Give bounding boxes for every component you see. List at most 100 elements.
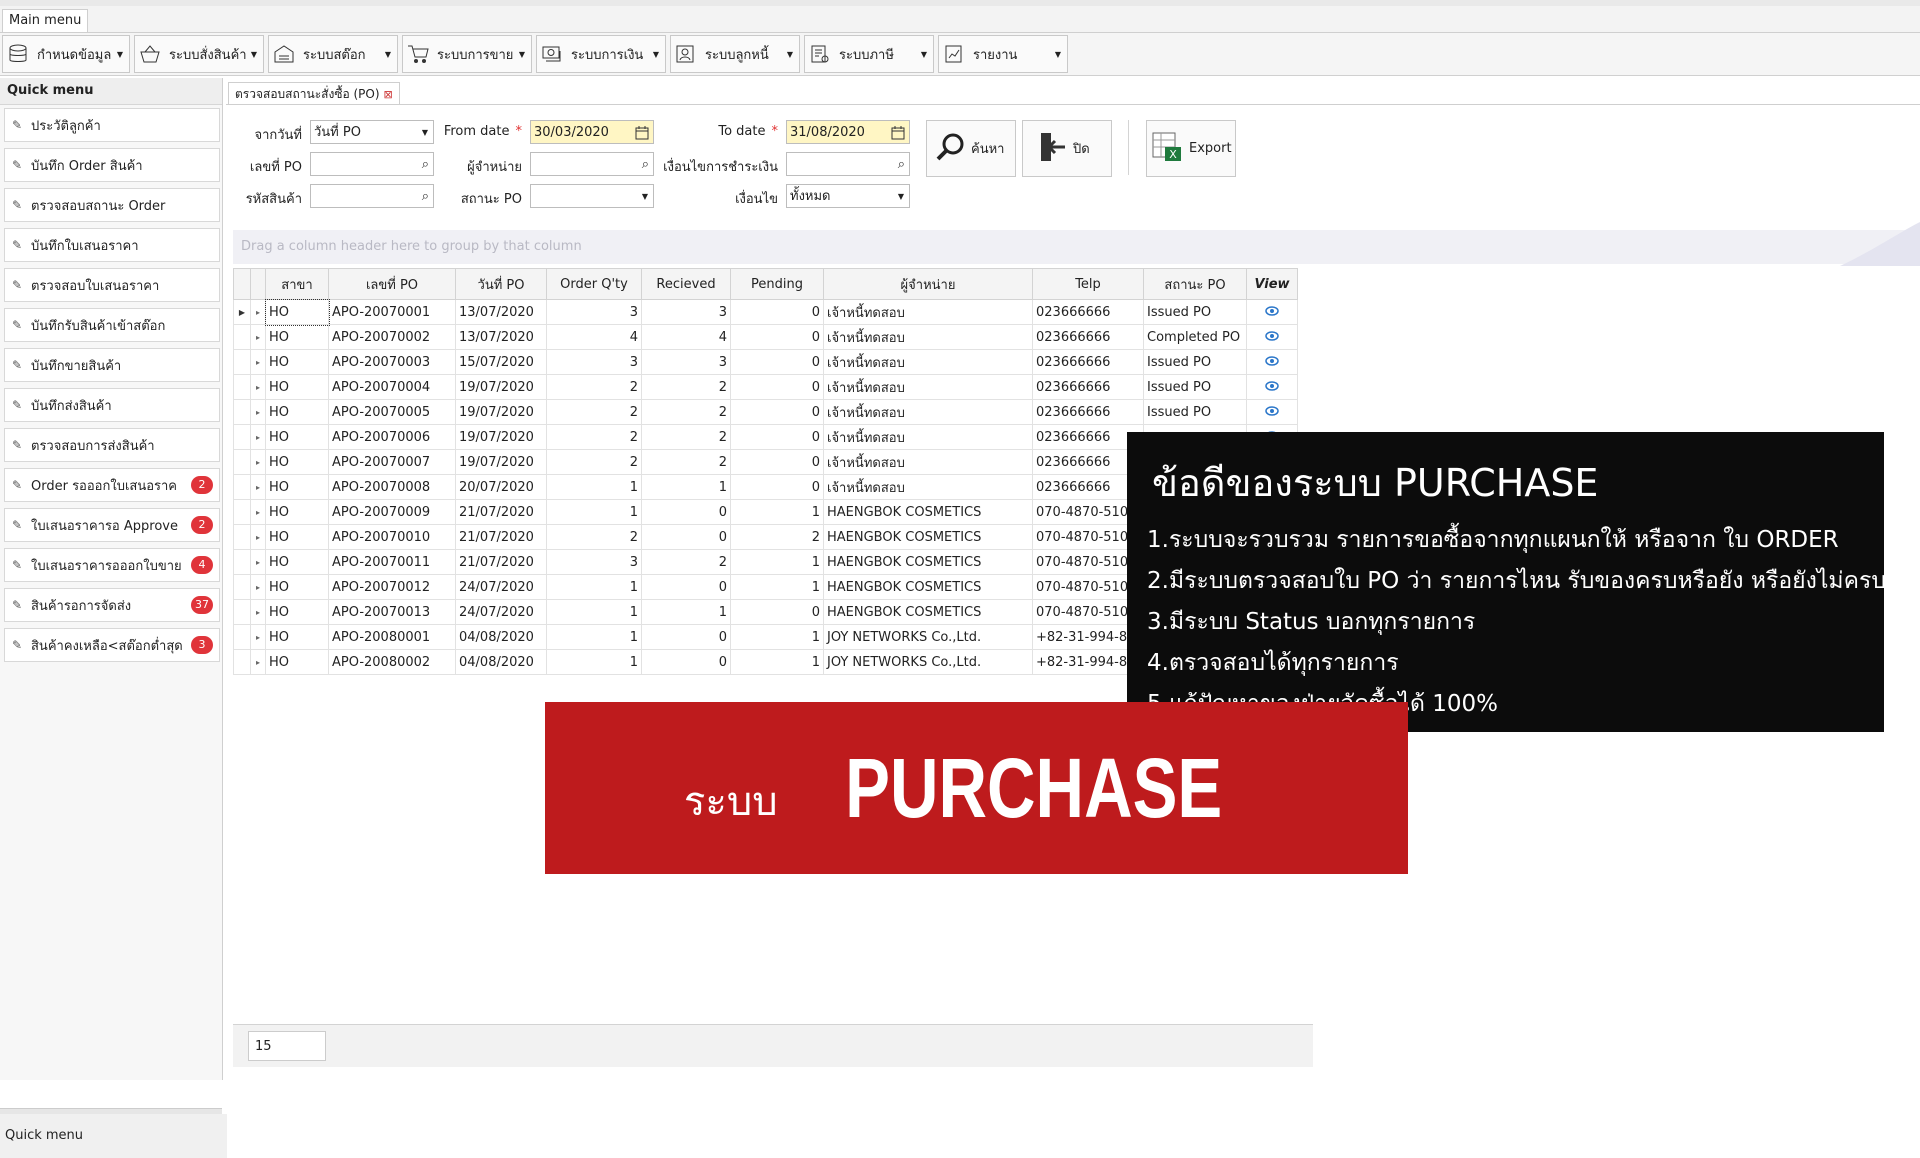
cell-received[interactable]: 1	[641, 599, 731, 625]
cell-pending[interactable]: 1	[730, 499, 824, 525]
cell-branch[interactable]: HO	[265, 624, 329, 650]
cell-telp[interactable]: 023666666	[1032, 349, 1144, 375]
cell-po-no[interactable]: APO-20070006	[328, 424, 456, 450]
cell-po-no[interactable]: APO-20070005	[328, 399, 456, 425]
expand-row-icon[interactable]: ▸	[250, 424, 266, 450]
expand-row-icon[interactable]: ▸	[250, 524, 266, 550]
cell-order-qty[interactable]: 1	[546, 574, 642, 600]
cell-received[interactable]: 0	[641, 649, 731, 675]
col-po-status[interactable]: สถานะ PO	[1143, 268, 1247, 300]
cell-branch[interactable]: HO	[265, 574, 329, 600]
cell-pending[interactable]: 0	[730, 399, 824, 425]
cell-received[interactable]: 0	[641, 574, 731, 600]
expand-row-icon[interactable]: ▸	[250, 374, 266, 400]
cell-order-qty[interactable]: 3	[546, 299, 642, 325]
quick-menu-item[interactable]: ✎ บันทึกส่งสินค้า	[4, 388, 220, 422]
cell-supplier[interactable]: เจ้าหนี้ทดสอบ	[823, 324, 1033, 350]
cell-received[interactable]: 0	[641, 524, 731, 550]
toolbar-debtor-button[interactable]: ระบบลูกหนี้ ▼	[670, 35, 800, 73]
cell-received[interactable]: 2	[641, 424, 731, 450]
cell-order-qty[interactable]: 4	[546, 324, 642, 350]
cell-supplier[interactable]: HAENGBOK COSMETICS	[823, 524, 1033, 550]
cell-branch[interactable]: HO	[265, 474, 329, 500]
expand-row-icon[interactable]: ▸	[250, 649, 266, 675]
cell-po-status[interactable]: Issued PO	[1143, 374, 1247, 400]
cell-order-qty[interactable]: 3	[546, 549, 642, 575]
cell-branch[interactable]: HO	[265, 424, 329, 450]
to-date-field[interactable]: 31/08/2020	[786, 120, 910, 144]
expand-row-icon[interactable]: ▸	[250, 549, 266, 575]
condition-select[interactable]: ทั้งหมด ▼	[786, 184, 910, 208]
expand-row-icon[interactable]: ▸	[250, 349, 266, 375]
cell-supplier[interactable]: HAENGBOK COSMETICS	[823, 599, 1033, 625]
cell-po-date[interactable]: 20/07/2020	[455, 474, 547, 500]
cell-branch[interactable]: HO	[265, 324, 329, 350]
cell-order-qty[interactable]: 1	[546, 624, 642, 650]
view-eye-icon[interactable]	[1246, 299, 1298, 325]
cell-po-date[interactable]: 19/07/2020	[455, 399, 547, 425]
cell-po-no[interactable]: APO-20070008	[328, 474, 456, 500]
chevron-down-icon[interactable]: ▼	[517, 50, 527, 59]
cell-po-date[interactable]: 21/07/2020	[455, 524, 547, 550]
cell-po-no[interactable]: APO-20070002	[328, 324, 456, 350]
toolbar-stock-button[interactable]: ระบบสต๊อก ▼	[268, 35, 398, 73]
cell-po-date[interactable]: 19/07/2020	[455, 424, 547, 450]
toolbar-report-button[interactable]: รายงาน ▼	[938, 35, 1068, 73]
cell-po-date[interactable]: 13/07/2020	[455, 324, 547, 350]
cell-telp[interactable]: 023666666	[1032, 374, 1144, 400]
cell-pending[interactable]: 1	[730, 574, 824, 600]
expand-row-icon[interactable]: ▸	[250, 599, 266, 625]
cell-supplier[interactable]: เจ้าหนี้ทดสอบ	[823, 399, 1033, 425]
date-type-select[interactable]: วันที่ PO ▼	[310, 120, 434, 144]
cell-received[interactable]: 2	[641, 549, 731, 575]
cell-pending[interactable]: 2	[730, 524, 824, 550]
cell-order-qty[interactable]: 1	[546, 599, 642, 625]
expand-row-icon[interactable]: ▸	[250, 324, 266, 350]
toolbar-master-data-button[interactable]: กำหนดข้อมูล ▼	[2, 35, 130, 73]
cell-po-status[interactable]: Issued PO	[1143, 399, 1247, 425]
search-button[interactable]: ค้นหา	[926, 120, 1016, 177]
cell-order-qty[interactable]: 2	[546, 449, 642, 475]
from-date-field[interactable]: 30/03/2020	[530, 120, 654, 144]
col-view[interactable]: View	[1246, 268, 1298, 300]
cell-branch[interactable]: HO	[265, 399, 329, 425]
cell-pending[interactable]: 0	[730, 324, 824, 350]
cell-po-no[interactable]: APO-20070010	[328, 524, 456, 550]
cell-telp[interactable]: 023666666	[1032, 399, 1144, 425]
quick-menu-item[interactable]: ✎ บันทึก Order สินค้า	[4, 148, 220, 182]
cell-order-qty[interactable]: 2	[546, 424, 642, 450]
cell-branch[interactable]: HO	[265, 374, 329, 400]
toolbar-finance-button[interactable]: ระบบการเงิน ▼	[536, 35, 666, 73]
cell-po-date[interactable]: 19/07/2020	[455, 449, 547, 475]
calendar-icon[interactable]	[891, 121, 905, 149]
calendar-icon[interactable]	[635, 121, 649, 149]
cell-po-no[interactable]: APO-20070007	[328, 449, 456, 475]
cell-branch[interactable]: HO	[265, 649, 329, 675]
cell-po-date[interactable]: 24/07/2020	[455, 599, 547, 625]
cell-supplier[interactable]: HAENGBOK COSMETICS	[823, 574, 1033, 600]
quick-menu-item[interactable]: ✎ ใบเสนอราคารอออกใบขาย 4	[4, 548, 220, 582]
cell-branch[interactable]: HO	[265, 349, 329, 375]
cell-po-no[interactable]: APO-20080001	[328, 624, 456, 650]
cell-po-date[interactable]: 21/07/2020	[455, 549, 547, 575]
table-row[interactable]: ▸ HO APO-20070004 19/07/2020 2 2 0 เจ้าหนี้ทดสอ…	[233, 374, 1298, 400]
cell-branch[interactable]: HO	[264, 298, 330, 326]
cell-supplier[interactable]: HAENGBOK COSMETICS	[823, 499, 1033, 525]
cell-po-status[interactable]: Issued PO	[1143, 299, 1247, 325]
po-no-input[interactable]: ⌕	[310, 152, 434, 176]
cell-po-no[interactable]: APO-20070013	[328, 599, 456, 625]
cell-branch[interactable]: HO	[265, 549, 329, 575]
cell-branch[interactable]: HO	[265, 499, 329, 525]
cell-po-date[interactable]: 19/07/2020	[455, 374, 547, 400]
cell-received[interactable]: 2	[641, 399, 731, 425]
cell-telp[interactable]: 023666666	[1032, 324, 1144, 350]
expand-row-icon[interactable]: ▸	[250, 474, 266, 500]
cell-po-no[interactable]: APO-20080002	[328, 649, 456, 675]
cell-branch[interactable]: HO	[265, 599, 329, 625]
cell-telp[interactable]: 023666666	[1032, 299, 1144, 325]
quick-menu-item[interactable]: ✎ ใบเสนอราคารอ Approve 2	[4, 508, 220, 542]
cell-po-date[interactable]: 21/07/2020	[455, 499, 547, 525]
cell-pending[interactable]: 0	[730, 349, 824, 375]
close-icon[interactable]: ⊠	[384, 88, 393, 101]
cell-pending[interactable]: 0	[730, 449, 824, 475]
